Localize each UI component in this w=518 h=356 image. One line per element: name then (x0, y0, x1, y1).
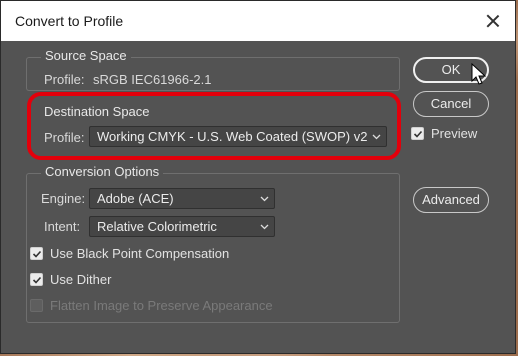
mouse-cursor-icon (471, 62, 487, 92)
black-point-checkbox[interactable] (30, 247, 43, 260)
source-space-legend: Source Space (41, 48, 131, 63)
preview-label[interactable]: Preview (431, 126, 477, 141)
conversion-options-legend: Conversion Options (41, 164, 164, 179)
dither-checkbox[interactable] (30, 273, 43, 286)
intent-selected: Relative Colorimetric (97, 219, 217, 234)
black-point-label[interactable]: Use Black Point Compensation (50, 246, 229, 261)
source-profile-value: sRGB IEC61966-2.1 (93, 72, 212, 87)
dialog-title: Convert to Profile (15, 13, 124, 29)
flatten-label: Flatten Image to Preserve Appearance (50, 298, 273, 313)
dither-label[interactable]: Use Dither (50, 272, 111, 287)
close-icon[interactable] (483, 11, 503, 31)
advanced-button[interactable]: Advanced (413, 187, 489, 213)
convert-to-profile-dialog: Convert to Profile Source Space Profile:… (0, 0, 516, 354)
engine-select[interactable]: Adobe (ACE) (89, 188, 275, 209)
preview-checkbox[interactable] (411, 127, 424, 140)
intent-select[interactable]: Relative Colorimetric (89, 216, 275, 237)
source-profile-label: Profile: (44, 72, 85, 87)
title-bar: Convert to Profile (1, 1, 515, 41)
engine-selected: Adobe (ACE) (97, 191, 174, 206)
chevron-down-icon (260, 222, 269, 231)
cancel-button[interactable]: Cancel (413, 91, 489, 117)
chevron-down-icon (260, 194, 269, 203)
destination-highlight-box (27, 92, 401, 160)
flatten-checkbox (30, 299, 43, 312)
intent-label: Intent: (44, 219, 81, 234)
engine-label: Engine: (41, 191, 86, 206)
